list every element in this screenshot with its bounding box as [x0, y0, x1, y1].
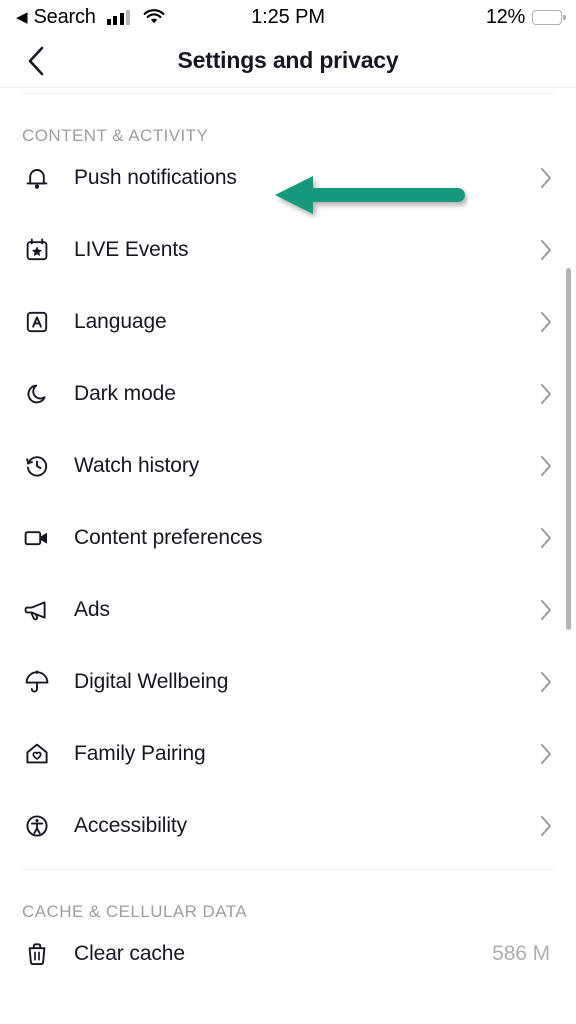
setting-label: Accessibility	[74, 814, 188, 837]
vertical-scrollbar[interactable]	[566, 268, 571, 630]
settings-list: CONTENT & ACTIVITY Push notifications LI…	[0, 94, 576, 990]
navigation-bar: Settings and privacy	[0, 34, 576, 87]
chevron-right-icon	[538, 671, 554, 693]
setting-label: Language	[74, 310, 167, 333]
chevron-right-icon	[538, 815, 554, 837]
setting-label: Family Pairing	[74, 742, 206, 765]
bell-icon	[22, 163, 52, 193]
cache-size-value: 586 M	[492, 942, 550, 965]
setting-row-family-pairing[interactable]: Family Pairing	[0, 718, 576, 790]
status-bar: ◀ Search 1:25 PM 12%	[0, 0, 576, 34]
page-title: Settings and privacy	[177, 47, 399, 73]
setting-label: Push notifications	[74, 166, 237, 189]
setting-row-digital-wellbeing[interactable]: Digital Wellbeing	[0, 646, 576, 718]
umbrella-icon	[22, 667, 52, 697]
chevron-right-icon	[538, 743, 554, 765]
chevron-right-icon	[538, 383, 554, 405]
language-a-icon	[22, 307, 52, 337]
setting-row-watch-history[interactable]: Watch history	[0, 430, 576, 502]
setting-row-push-notifications[interactable]: Push notifications	[0, 142, 576, 214]
moon-icon	[22, 379, 52, 409]
settings-and-privacy-screen: ◀ Search 1:25 PM 12% Settings and privac…	[0, 0, 576, 1024]
chevron-right-icon	[538, 167, 554, 189]
chevron-right-icon	[538, 527, 554, 549]
back-button[interactable]	[20, 45, 52, 77]
megaphone-icon	[22, 595, 52, 625]
setting-label: Digital Wellbeing	[74, 670, 229, 693]
section-header-content-activity: CONTENT & ACTIVITY	[22, 126, 209, 145]
house-heart-icon	[22, 739, 52, 769]
setting-row-clear-cache[interactable]: Clear cache 586 M	[0, 918, 576, 990]
battery-low-icon	[532, 9, 566, 25]
chevron-right-icon	[538, 311, 554, 333]
setting-row-ads[interactable]: Ads	[0, 574, 576, 646]
setting-row-accessibility[interactable]: Accessibility	[0, 790, 576, 862]
setting-row-dark-mode[interactable]: Dark mode	[0, 358, 576, 430]
chevron-right-icon	[538, 239, 554, 261]
accessibility-icon	[22, 811, 52, 841]
setting-label: Ads	[74, 598, 110, 621]
setting-row-language[interactable]: Language	[0, 286, 576, 358]
setting-label: LIVE Events	[74, 238, 189, 261]
calendar-star-icon	[22, 235, 52, 265]
chevron-right-icon	[538, 599, 554, 621]
section-header-cache-cellular-data: CACHE & CELLULAR DATA	[22, 902, 248, 921]
setting-row-live-events[interactable]: LIVE Events	[0, 214, 576, 286]
battery-percent-label: 12%	[485, 5, 525, 28]
chevron-right-icon	[538, 455, 554, 477]
video-camera-icon	[22, 523, 52, 553]
chevron-left-icon	[28, 46, 44, 75]
setting-row-content-preferences[interactable]: Content preferences	[0, 502, 576, 574]
trash-icon	[22, 939, 52, 969]
setting-label: Content preferences	[74, 526, 263, 549]
setting-label: Dark mode	[74, 382, 176, 405]
clock-rewind-icon	[22, 451, 52, 481]
setting-label: Clear cache	[74, 942, 185, 965]
status-bar-right: 12%	[485, 5, 566, 29]
setting-label: Watch history	[74, 454, 200, 477]
